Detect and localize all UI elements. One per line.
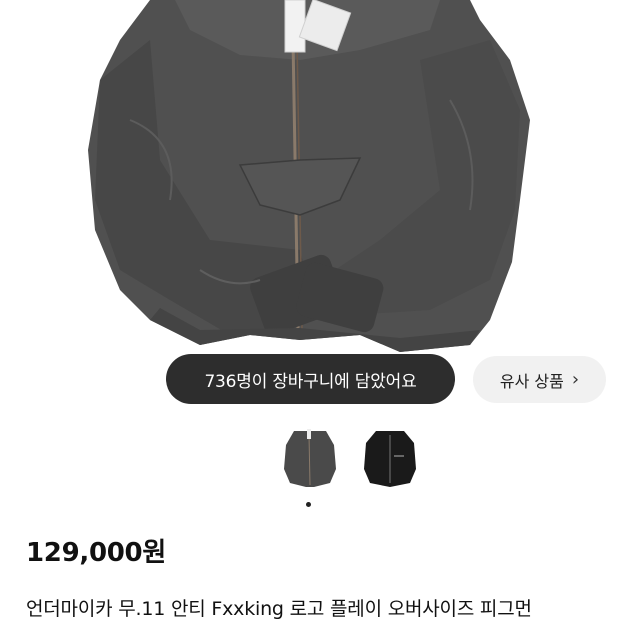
product-price: 129,000원: [26, 538, 166, 568]
thumbnail-black-jacket[interactable]: [358, 425, 422, 489]
cart-count-badge: 736명이 장바구니에 담았어요: [166, 354, 455, 404]
similar-products-button[interactable]: 유사 상품 ›: [473, 356, 606, 403]
thumbnail-gray-jacket[interactable]: [278, 425, 342, 489]
jacket-gray-thumbnail-icon: [284, 429, 336, 487]
cart-notice-text: 736명이 장바구니에 담았어요: [204, 371, 417, 392]
jacket-photo: [88, 0, 530, 352]
gallery-page-indicator: [306, 502, 311, 507]
jacket-black-thumbnail-icon: [364, 431, 416, 487]
image-thumbnail-strip: [0, 425, 620, 495]
product-hero-image[interactable]: 736명이 장바구니에 담았어요 유사 상품 ›: [0, 0, 620, 415]
similar-products-label: 유사 상품: [499, 371, 564, 391]
chevron-right-icon: ›: [571, 368, 580, 390]
product-title: 언더마이카 무.11 안티 Fxxking 로고 플레이 오버사이즈 피그먼: [26, 598, 532, 620]
